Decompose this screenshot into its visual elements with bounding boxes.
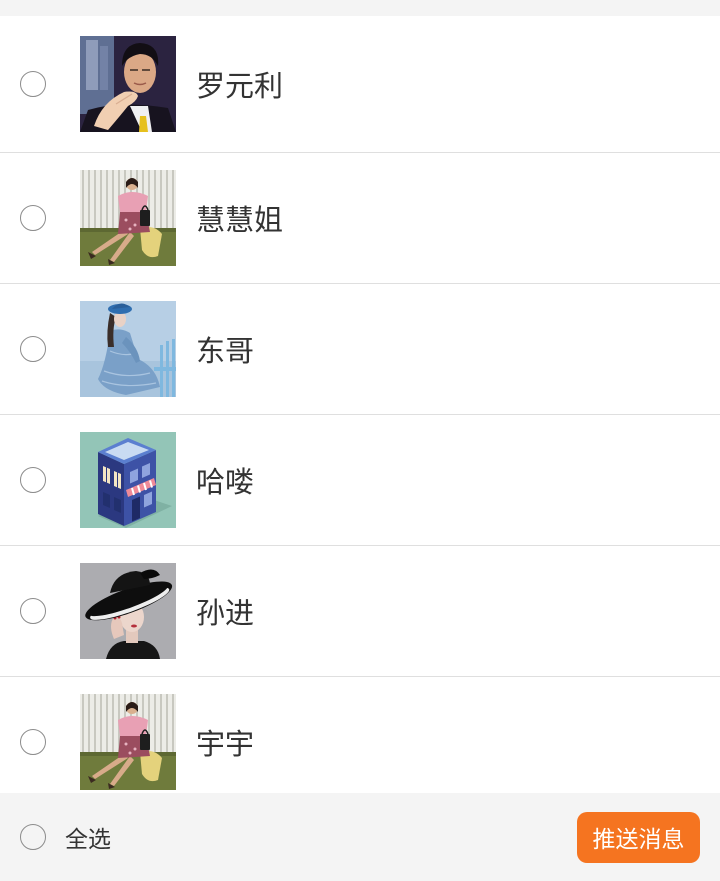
contact-row[interactable]: 罗元利	[0, 16, 720, 153]
contact-radio[interactable]	[20, 729, 46, 755]
contact-list: 罗元利 慧慧姐 东哥 哈喽 孙进 宇宇	[0, 16, 720, 793]
contact-avatar	[80, 301, 176, 397]
select-all-label[interactable]: 全选	[65, 820, 111, 854]
contact-avatar	[80, 432, 176, 528]
contact-name: 宇宇	[196, 727, 255, 761]
footer-bar: 全选 推送消息	[0, 793, 720, 881]
contact-radio[interactable]	[20, 205, 46, 231]
contact-name: 孙进	[196, 596, 255, 630]
contact-name: 罗元利	[196, 69, 284, 103]
contact-radio[interactable]	[20, 336, 46, 362]
contact-row[interactable]: 慧慧姐	[0, 153, 720, 284]
push-message-button[interactable]: 推送消息	[577, 811, 700, 863]
select-all-radio[interactable]	[20, 824, 46, 850]
contact-name: 哈喽	[196, 465, 255, 499]
contact-name: 东哥	[196, 334, 255, 368]
top-spacer	[0, 0, 720, 16]
contact-radio[interactable]	[20, 467, 46, 493]
contact-radio[interactable]	[20, 598, 46, 624]
contact-row[interactable]: 哈喽	[0, 415, 720, 546]
contact-row[interactable]: 东哥	[0, 284, 720, 415]
contact-avatar	[80, 36, 176, 132]
contact-avatar	[80, 694, 176, 790]
contact-name: 慧慧姐	[196, 203, 284, 237]
contact-avatar	[80, 563, 176, 659]
contact-avatar	[80, 170, 176, 266]
contact-radio[interactable]	[20, 71, 46, 97]
contact-row[interactable]: 孙进	[0, 546, 720, 677]
contact-row[interactable]: 宇宇	[0, 677, 720, 793]
